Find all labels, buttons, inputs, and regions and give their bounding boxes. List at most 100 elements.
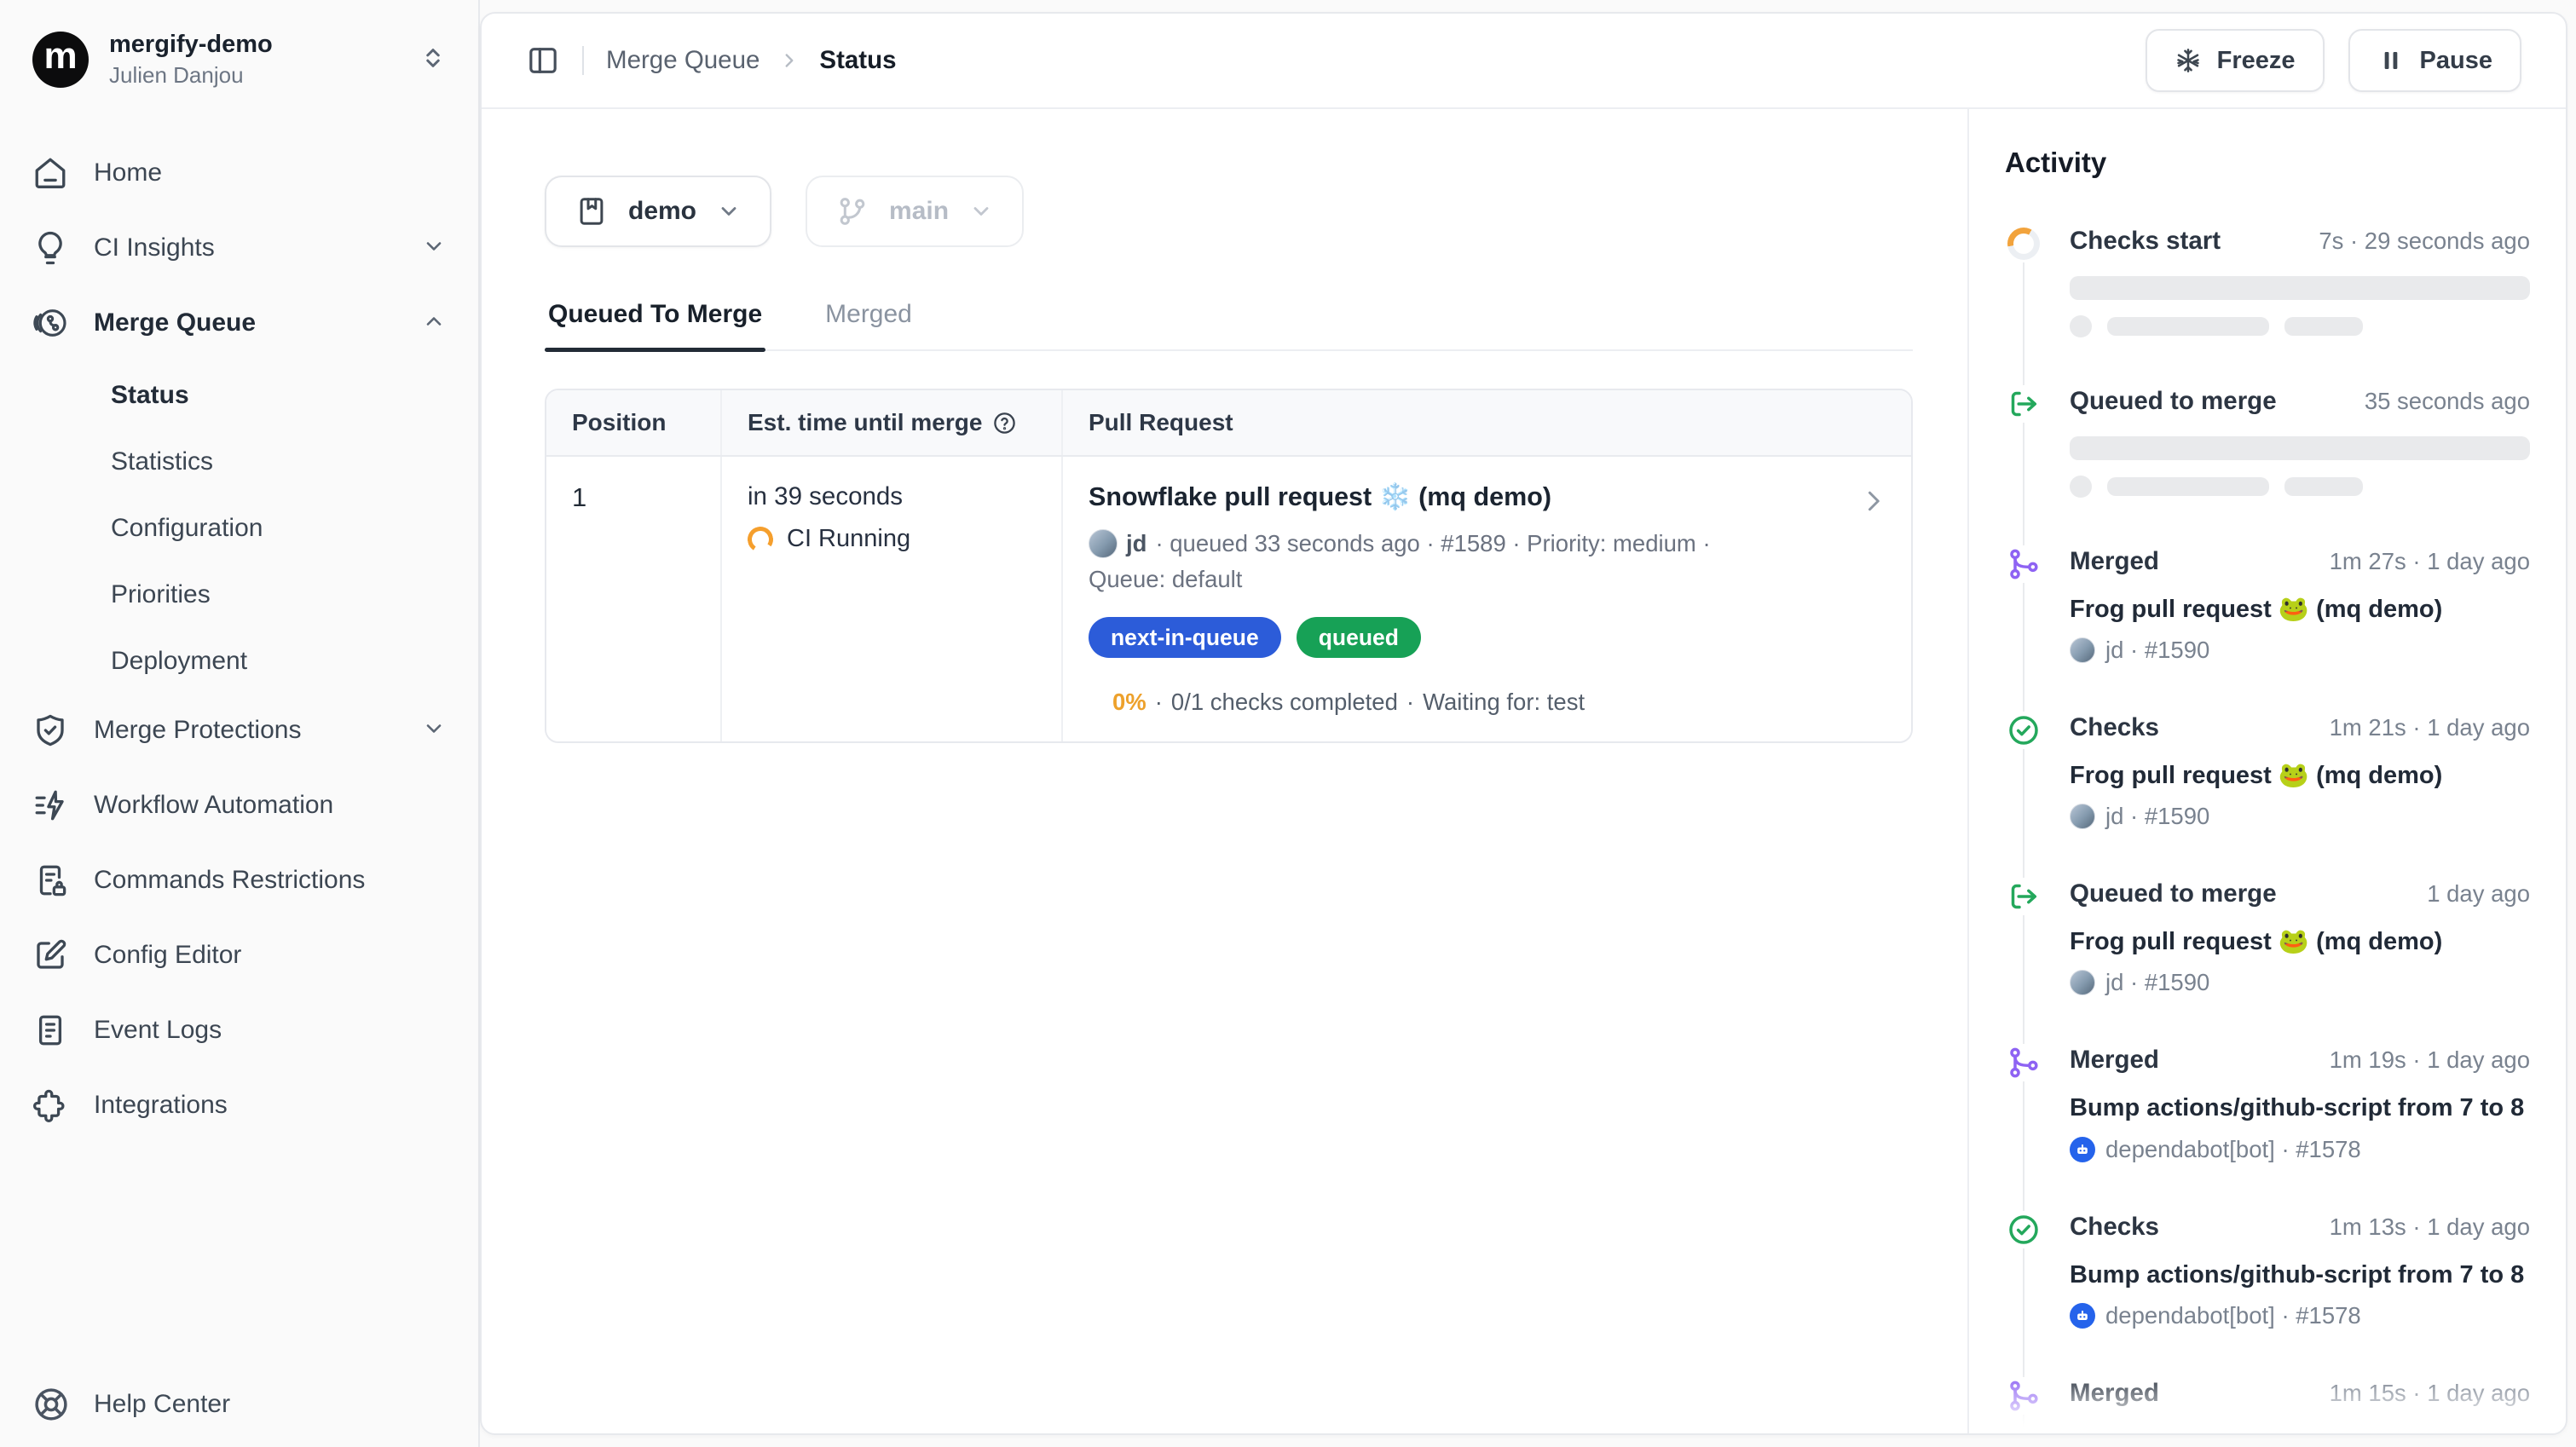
activity-item[interactable]: Checks1m 13s · 1 day ago Bump actions/gi… (2005, 1213, 2530, 1329)
activity-item[interactable]: Checks1m 21s · 1 day ago Frog pull reque… (2005, 713, 2530, 830)
activity-item[interactable]: Queued to merge35 seconds ago (2005, 387, 2530, 498)
chevrons-up-down-icon (420, 45, 446, 75)
activity-byline: dependabot[bot] · #1578 (2105, 1136, 2361, 1163)
pause-button[interactable]: Pause (2348, 29, 2521, 92)
org-switcher[interactable]: m mergify-demo Julien Danjou (15, 19, 463, 101)
freeze-label: Freeze (2217, 47, 2296, 75)
activity-pr-title: Bump actions/setup-python from 5 to 6 (2070, 1425, 2530, 1433)
dependabot-icon (2070, 1303, 2095, 1329)
sidebar-item-label: CI Insights (94, 233, 396, 262)
queued-to-merge-icon (2005, 385, 2042, 423)
queue-tabs: Queued To Merge Merged (545, 300, 1913, 351)
activity-byline: jd · #1590 (2105, 803, 2209, 830)
queue-table: Position Est. time until merge Pull Requ… (545, 389, 1913, 743)
loading-skeleton (2070, 436, 2530, 498)
sidebar-item-label: Home (94, 159, 446, 187)
sidebar-item-label: Commands Restrictions (94, 866, 446, 895)
activity-item[interactable]: Queued to merge1 day ago Frog pull reque… (2005, 879, 2530, 996)
home-icon (32, 155, 68, 191)
sidebar-subitem-deployment[interactable]: Deployment (15, 631, 463, 692)
check-circle-icon (2005, 712, 2042, 749)
pr-queue: Queue: default (1089, 566, 1886, 593)
sidebar-item-commands-restrictions[interactable]: Commands Restrictions (15, 847, 463, 914)
pr-title[interactable]: Snowflake pull request ❄️ (mq demo) (1089, 482, 1886, 512)
label-next-in-queue[interactable]: next-in-queue (1089, 617, 1281, 658)
sidebar-item-config-editor[interactable]: Config Editor (15, 922, 463, 989)
sidebar-item-label: Workflow Automation (94, 791, 446, 820)
sidebar-item-ci-insights[interactable]: CI Insights (15, 215, 463, 281)
pr-meta-text: · queued 33 seconds ago · #1589 · Priori… (1155, 526, 1710, 561)
snowflake-icon (2175, 47, 2202, 74)
sidebar-item-merge-queue[interactable]: Merge Queue (15, 290, 463, 356)
repository-value: demo (628, 197, 696, 226)
sidebar-item-label: Merge Queue (94, 308, 396, 337)
chevron-down-icon (422, 717, 446, 745)
chevron-up-icon (422, 309, 446, 337)
breadcrumb-merge-queue[interactable]: Merge Queue (606, 46, 760, 75)
sidebar-item-label: Merge Protections (94, 716, 396, 745)
chevron-down-icon (717, 199, 741, 223)
lifebuoy-icon (32, 1386, 70, 1423)
separator: · (1406, 689, 1414, 716)
activity-item[interactable]: Checks start7s · 29 seconds ago (2005, 227, 2530, 337)
activity-pr-title: Bump actions/github-script from 7 to 8 (2070, 1259, 2530, 1292)
puzzle-icon (32, 1087, 68, 1123)
author-avatar (2070, 804, 2095, 829)
activity-pr-title: Frog pull request 🐸 (mq demo) (2070, 593, 2530, 626)
sidebar-item-merge-protections[interactable]: Merge Protections (15, 697, 463, 764)
pause-label: Pause (2420, 47, 2492, 75)
freeze-button[interactable]: Freeze (2146, 29, 2325, 92)
sidebar-item-workflow-automation[interactable]: Workflow Automation (15, 772, 463, 839)
pause-icon (2377, 47, 2405, 74)
branch-select: main (806, 176, 1024, 247)
sidebar-subitem-statistics[interactable]: Statistics (15, 431, 463, 493)
lightbulb-icon (32, 230, 68, 266)
main-card: Merge Queue Status Freeze Pause (480, 12, 2567, 1435)
sidebar-item-integrations[interactable]: Integrations (15, 1072, 463, 1139)
author-avatar (1089, 529, 1118, 558)
separator: · (1155, 689, 1163, 716)
activity-panel: Activity Checks start7s · 29 seconds ago (1967, 109, 2566, 1433)
sidebar-nav: Home CI Insights Merge Queue Status Stat… (0, 140, 478, 1386)
help-circle-icon[interactable] (992, 411, 1017, 435)
activity-byline: jd · #1590 (2105, 637, 2209, 664)
sidebar-item-event-logs[interactable]: Event Logs (15, 997, 463, 1064)
merge-queue-icon (32, 305, 68, 341)
author-avatar (2070, 970, 2095, 995)
tab-merged[interactable]: Merged (822, 300, 915, 349)
chevron-down-icon (969, 199, 993, 223)
loading-skeleton (2070, 276, 2530, 337)
activity-item[interactable]: Merged1m 27s · 1 day ago Frog pull reque… (2005, 547, 2530, 664)
activity-item[interactable]: Merged1m 19s · 1 day ago Bump actions/gi… (2005, 1046, 2530, 1162)
activity-timeline: Checks start7s · 29 seconds ago Queued t… (2005, 227, 2530, 1433)
sidebar: m mergify-demo Julien Danjou Home CI Ins… (0, 0, 480, 1447)
git-merge-icon (2005, 1044, 2042, 1081)
sidebar-subitem-status[interactable]: Status (15, 365, 463, 426)
sidebar-subitem-configuration[interactable]: Configuration (15, 498, 463, 559)
git-branch-icon (836, 195, 869, 228)
workflow-bolt-icon (32, 787, 68, 823)
sidebar-item-home[interactable]: Home (15, 140, 463, 206)
sidebar-item-label: Event Logs (94, 1016, 446, 1045)
chevron-right-icon (778, 49, 800, 72)
label-queued[interactable]: queued (1297, 617, 1421, 658)
sidebar-item-label: Config Editor (94, 941, 446, 970)
mergify-logo: m (32, 32, 89, 88)
tab-queued-to-merge[interactable]: Queued To Merge (545, 300, 765, 349)
help-center-label: Help Center (94, 1390, 230, 1419)
col-position: Position (572, 409, 666, 436)
checks-progress-pct: 0% (1112, 689, 1146, 716)
queued-to-merge-icon (2005, 878, 2042, 915)
help-center-link[interactable]: Help Center (32, 1386, 446, 1423)
activity-item[interactable]: Merged1m 15s · 1 day ago Bump actions/se… (2005, 1379, 2530, 1433)
activity-pr-title: Frog pull request 🐸 (mq demo) (2070, 759, 2530, 793)
sidebar-toggle-icon[interactable] (526, 43, 560, 78)
sidebar-subitem-priorities[interactable]: Priorities (15, 564, 463, 625)
repository-icon (575, 195, 608, 228)
branch-value: main (889, 197, 949, 226)
activity-byline: dependabot[bot] · #1578 (2105, 1302, 2361, 1329)
row-expand-chevron-icon[interactable] (1858, 486, 1889, 516)
table-row[interactable]: 1 in 39 seconds CI Running Snowflake pul… (546, 457, 1911, 741)
org-name: mergify-demo (109, 31, 400, 59)
repository-select[interactable]: demo (545, 176, 771, 247)
